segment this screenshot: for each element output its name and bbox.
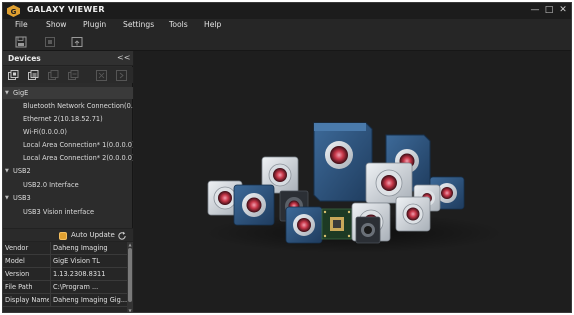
table-row: Display Name Daheng Imaging Gig... bbox=[3, 294, 127, 307]
property-key: File Path bbox=[5, 283, 33, 291]
collapse-panel-button[interactable]: << bbox=[117, 53, 130, 62]
tree-node-interface[interactable]: Wi-Fi(0.0.0.0) bbox=[3, 126, 133, 138]
tree-node-interface[interactable]: Bluetooth Network Connection(0... bbox=[3, 100, 133, 112]
image-viewport bbox=[134, 51, 571, 312]
tree-node-interface[interactable]: USB3 Vision interface bbox=[3, 206, 133, 218]
close-device-icon[interactable] bbox=[48, 70, 59, 81]
property-value: Daheng Imaging bbox=[50, 242, 127, 255]
save-icon[interactable] bbox=[15, 36, 27, 48]
properties-scrollbar[interactable]: ▲ ▼ bbox=[127, 242, 133, 312]
main-toolbar bbox=[3, 33, 571, 51]
open-all-devices-icon[interactable] bbox=[28, 70, 39, 81]
camera-silver-front-right bbox=[395, 196, 431, 232]
export-icon[interactable] bbox=[71, 36, 83, 48]
menu-tools[interactable]: Tools bbox=[169, 20, 188, 29]
camera-board-level bbox=[321, 208, 353, 240]
expand-caret-icon[interactable]: ▼ bbox=[5, 192, 9, 204]
menu-settings[interactable]: Settings bbox=[123, 20, 154, 29]
close-button[interactable]: ✕ bbox=[557, 4, 569, 17]
devices-header: Devices << bbox=[3, 51, 133, 66]
maximize-button[interactable]: □ bbox=[543, 4, 555, 17]
svg-text:G: G bbox=[11, 8, 17, 16]
open-device-icon[interactable] bbox=[8, 70, 19, 81]
property-value: GigE Vision TL bbox=[50, 255, 127, 268]
property-key: Vendor bbox=[5, 244, 29, 252]
close-all-devices-icon[interactable] bbox=[68, 70, 79, 81]
tree-node-interface[interactable]: Local Area Connection* 2(0.0.0.0) bbox=[3, 152, 133, 164]
camera-lineup-image bbox=[204, 122, 504, 253]
menu-help[interactable]: Help bbox=[204, 20, 221, 29]
collapse-icon[interactable] bbox=[116, 70, 127, 81]
galaxy-viewer-window: G GALAXY VIEWER — □ ✕ File Show Plugin S… bbox=[2, 2, 572, 313]
camera-blue-left bbox=[233, 184, 275, 226]
tree-node-interface[interactable]: USB2.0 Interface bbox=[3, 179, 133, 191]
properties-table: Vendor Daheng Imaging Model GigE Vision … bbox=[3, 242, 127, 312]
scrollbar-thumb[interactable] bbox=[128, 248, 132, 302]
device-toolbar bbox=[3, 67, 133, 83]
property-value: 1.13.2308.8311 bbox=[50, 268, 127, 281]
camera-blue-front-left bbox=[285, 206, 323, 244]
tree-node-usb2[interactable]: ▼ USB2 bbox=[3, 165, 133, 177]
menu-show[interactable]: Show bbox=[46, 20, 67, 29]
minimize-button[interactable]: — bbox=[529, 4, 541, 17]
app-title: GALAXY VIEWER bbox=[27, 5, 105, 14]
property-key: Model bbox=[5, 257, 25, 265]
scroll-down-icon[interactable]: ▼ bbox=[127, 308, 133, 312]
property-value: C:\Program ... bbox=[50, 281, 127, 294]
device-tree: ▼ GigE Bluetooth Network Connection(0...… bbox=[3, 85, 133, 230]
menu-plugin[interactable]: Plugin bbox=[83, 20, 106, 29]
title-bar: G GALAXY VIEWER — □ ✕ bbox=[3, 3, 571, 19]
menu-bar: File Show Plugin Settings Tools Help bbox=[3, 19, 571, 33]
tree-node-gige[interactable]: ▼ GigE bbox=[3, 87, 133, 99]
camera-dark-front bbox=[355, 216, 381, 244]
tree-node-interface[interactable]: Local Area Connection* 1(0.0.0.0) bbox=[3, 139, 133, 151]
table-row: Model GigE Vision TL bbox=[3, 255, 127, 268]
property-key: Version bbox=[5, 270, 30, 278]
table-row: Version 1.13.2308.8311 bbox=[3, 268, 127, 281]
expand-icon[interactable] bbox=[96, 70, 107, 81]
auto-update-checkbox[interactable] bbox=[59, 232, 67, 240]
auto-update-bar: Auto Update bbox=[3, 228, 133, 242]
refresh-icon[interactable] bbox=[117, 231, 127, 241]
snapshot-icon[interactable] bbox=[44, 36, 56, 48]
property-key: Display Name bbox=[5, 296, 49, 304]
menu-file[interactable]: File bbox=[15, 20, 28, 29]
expand-caret-icon[interactable]: ▼ bbox=[5, 87, 9, 99]
property-value: Daheng Imaging Gig... bbox=[50, 294, 127, 307]
devices-panel: Devices << ▼ GigE Bluetooth Network Conn… bbox=[3, 51, 133, 312]
app-logo-icon: G bbox=[7, 5, 20, 17]
scroll-up-icon[interactable]: ▲ bbox=[127, 242, 133, 247]
table-row: Vendor Daheng Imaging bbox=[3, 242, 127, 255]
devices-title: Devices bbox=[8, 54, 41, 63]
tree-node-usb3[interactable]: ▼ USB3 bbox=[3, 192, 133, 204]
camera-large-blue bbox=[313, 122, 373, 202]
auto-update-label[interactable]: Auto Update bbox=[71, 231, 115, 239]
table-row: File Path C:\Program ... bbox=[3, 281, 127, 294]
expand-caret-icon[interactable]: ▼ bbox=[5, 165, 9, 177]
tree-node-interface[interactable]: Ethernet 2(10.18.52.71) bbox=[3, 113, 133, 125]
